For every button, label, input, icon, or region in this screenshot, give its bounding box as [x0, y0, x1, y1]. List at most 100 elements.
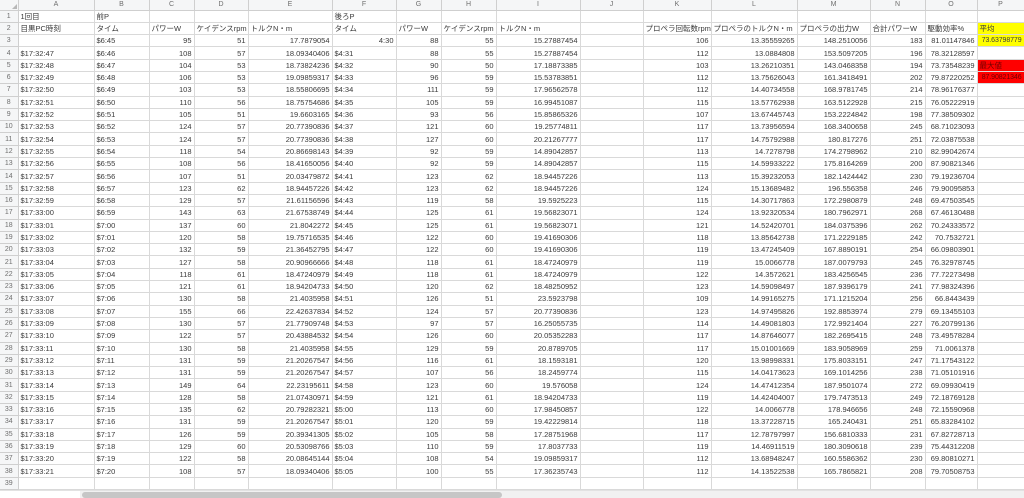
cell-J2[interactable]	[580, 22, 644, 36]
row-header-32[interactable]: 32	[0, 391, 19, 405]
cell-J10[interactable]	[580, 120, 644, 134]
cell-E8[interactable]: 18.75754686	[248, 96, 333, 109]
cell-C32[interactable]: 128	[149, 391, 195, 405]
cell-H10[interactable]: 60	[441, 120, 497, 134]
cell-F31[interactable]: $4:58	[332, 378, 397, 392]
cell-K12[interactable]: 113	[643, 145, 712, 159]
cell-I21[interactable]: 18.47240979	[496, 255, 581, 269]
cell-F24[interactable]: $4:51	[332, 292, 397, 306]
cell-L17[interactable]: 13.92320534	[711, 206, 798, 220]
cell-J23[interactable]	[580, 280, 644, 294]
cell-E19[interactable]: 19.75716535	[248, 231, 333, 245]
cell-I4[interactable]: 15.27887454	[496, 46, 581, 60]
cell-G7[interactable]: 111	[396, 83, 442, 97]
cell-N21[interactable]: 245	[870, 255, 926, 269]
cell-N4[interactable]: 196	[870, 46, 926, 60]
cell-C30[interactable]: 131	[149, 366, 195, 380]
cell-H31[interactable]: 60	[441, 378, 497, 392]
cell-G17[interactable]: 125	[396, 206, 442, 220]
cell-N1[interactable]	[870, 10, 926, 23]
cell-J38[interactable]	[580, 464, 644, 478]
cell-C29[interactable]: 131	[149, 354, 195, 368]
cell-L25[interactable]: 14.97495826	[711, 305, 798, 318]
cell-C34[interactable]: 131	[149, 415, 195, 429]
cell-L23[interactable]: 14.59098497	[711, 280, 798, 294]
cell-K22[interactable]: 122	[643, 268, 712, 282]
cell-B14[interactable]: $6:56	[94, 169, 150, 183]
cell-J27[interactable]	[580, 329, 644, 343]
cell-O5[interactable]: 73.73548239	[925, 59, 978, 72]
cell-L4[interactable]: 13.0884808	[711, 46, 798, 60]
cell-D18[interactable]: 60	[194, 219, 249, 232]
cell-K3[interactable]: 106	[643, 34, 712, 48]
cell-J7[interactable]	[580, 83, 644, 97]
cell-I27[interactable]: 20.05352283	[496, 329, 581, 343]
cell-L21[interactable]: 15.0066778	[711, 255, 798, 269]
cell-D26[interactable]: 57	[194, 317, 249, 331]
cell-A5[interactable]: $17:32:48	[18, 59, 95, 72]
cell-E28[interactable]: 21.4035958	[248, 342, 333, 355]
cell-L9[interactable]: 13.67445743	[711, 108, 798, 122]
cell-K27[interactable]: 117	[643, 329, 712, 343]
cell-K16[interactable]: 115	[643, 194, 712, 208]
cell-J22[interactable]	[580, 268, 644, 282]
column-header-L[interactable]: L	[711, 0, 798, 11]
cell-J13[interactable]	[580, 157, 644, 171]
cell-N7[interactable]: 214	[870, 83, 926, 97]
cell-H11[interactable]: 60	[441, 132, 497, 146]
cell-K15[interactable]: 124	[643, 182, 712, 195]
cell-J15[interactable]	[580, 182, 644, 195]
cell-O6[interactable]: 79.87220252	[925, 71, 978, 85]
cell-F28[interactable]: $4:55	[332, 342, 397, 355]
cell-J36[interactable]	[580, 440, 644, 454]
row-header-34[interactable]: 34	[0, 415, 19, 429]
cell-F6[interactable]: $4:33	[332, 71, 397, 85]
cell-F19[interactable]: $4:46	[332, 231, 397, 245]
cell-I8[interactable]: 16.99451087	[496, 96, 581, 109]
cell-M32[interactable]: 179.7473513	[797, 391, 871, 405]
cell-M20[interactable]: 167.8890191	[797, 243, 871, 257]
cell-H21[interactable]: 61	[441, 255, 497, 269]
cell-L34[interactable]: 13.37228715	[711, 415, 798, 429]
cell-D32[interactable]: 58	[194, 391, 249, 405]
cell-M31[interactable]: 187.9501074	[797, 378, 871, 392]
row-header-18[interactable]: 18	[0, 219, 19, 232]
cell-D22[interactable]: 61	[194, 268, 249, 282]
cell-I2[interactable]: トルクN・m	[496, 22, 581, 36]
cell-B26[interactable]: $7:08	[94, 317, 150, 331]
row-header-9[interactable]: 9	[0, 108, 19, 122]
cell-G12[interactable]: 92	[396, 145, 442, 159]
cell-E30[interactable]: 21.20267547	[248, 366, 333, 380]
cell-F15[interactable]: $4:42	[332, 182, 397, 195]
cell-H18[interactable]: 61	[441, 219, 497, 232]
cell-I3[interactable]: 15.27887454	[496, 34, 581, 48]
cell-E33[interactable]: 20.79282321	[248, 403, 333, 417]
cell-K7[interactable]: 112	[643, 83, 712, 97]
cell-L33[interactable]: 14.0066778	[711, 403, 798, 417]
cell-I19[interactable]: 19.41690306	[496, 231, 581, 245]
cell-A13[interactable]: $17:32:56	[18, 157, 95, 171]
column-header-C[interactable]: C	[149, 0, 195, 11]
cell-P26[interactable]	[977, 317, 1024, 331]
cell-N10[interactable]: 245	[870, 120, 926, 134]
cell-P16[interactable]	[977, 194, 1024, 208]
cell-N25[interactable]: 279	[870, 305, 926, 318]
cell-F16[interactable]: $4:43	[332, 194, 397, 208]
cell-M35[interactable]: 156.6810333	[797, 428, 871, 441]
cell-H22[interactable]: 61	[441, 268, 497, 282]
cell-M25[interactable]: 192.8853974	[797, 305, 871, 318]
cell-B21[interactable]: $7:03	[94, 255, 150, 269]
cell-A3[interactable]	[18, 34, 95, 48]
cell-O2[interactable]: 駆動効率%	[925, 22, 978, 36]
cell-I6[interactable]: 15.53783851	[496, 71, 581, 85]
cell-H15[interactable]: 62	[441, 182, 497, 195]
cell-B15[interactable]: $6:57	[94, 182, 150, 195]
cell-B23[interactable]: $7:05	[94, 280, 150, 294]
cell-E13[interactable]: 18.41650056	[248, 157, 333, 171]
cell-P24[interactable]	[977, 292, 1024, 306]
cell-C20[interactable]: 132	[149, 243, 195, 257]
cell-P35[interactable]	[977, 428, 1024, 441]
cell-M37[interactable]: 160.5586362	[797, 452, 871, 466]
cell-H35[interactable]: 58	[441, 428, 497, 441]
row-header-25[interactable]: 25	[0, 305, 19, 318]
